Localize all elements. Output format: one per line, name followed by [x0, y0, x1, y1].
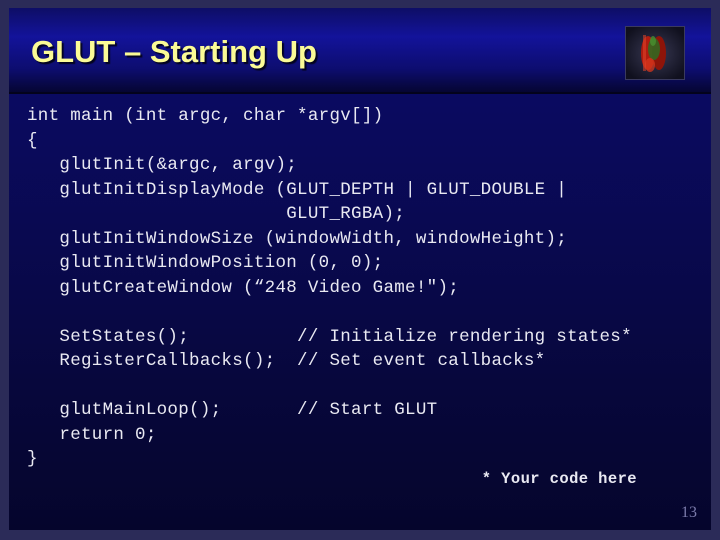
slide-header-band: GLUT – Starting Up	[9, 8, 711, 94]
code-line: glutCreateWindow (“248 Video Game!");	[27, 277, 460, 298]
code-line: return 0;	[27, 424, 157, 445]
code-line: RegisterCallbacks(); // Set event callba…	[27, 351, 546, 371]
slide-canvas: GLUT – Starting Up int main (int argc, c…	[9, 8, 711, 530]
page-title: GLUT – Starting Up	[31, 34, 317, 69]
code-block: int main (int argc, char *argv[]) { glut…	[9, 94, 711, 472]
code-line: GLUT_RGBA);	[27, 204, 406, 224]
slide-frame: GLUT – Starting Up int main (int argc, c…	[0, 0, 720, 540]
volume-rendering-thumbnail-icon	[625, 26, 685, 80]
code-line: {	[27, 130, 38, 151]
code-line: glutInit(&argc, argv);	[27, 155, 298, 175]
page-number: 13	[681, 504, 697, 521]
code-line: glutInitWindowPosition (0, 0);	[27, 253, 384, 273]
code-line: SetStates(); // Initialize rendering sta…	[27, 326, 632, 347]
code-line: int main (int argc, char *argv[])	[27, 106, 384, 126]
code-line: }	[27, 449, 38, 469]
code-line: glutInitDisplayMode (GLUT_DEPTH | GLUT_D…	[27, 179, 568, 200]
code-line: glutInitWindowSize (windowWidth, windowH…	[27, 228, 568, 249]
footnote-your-code-here: * Your code here	[481, 470, 637, 488]
code-line: glutMainLoop(); // Start GLUT	[27, 400, 438, 420]
